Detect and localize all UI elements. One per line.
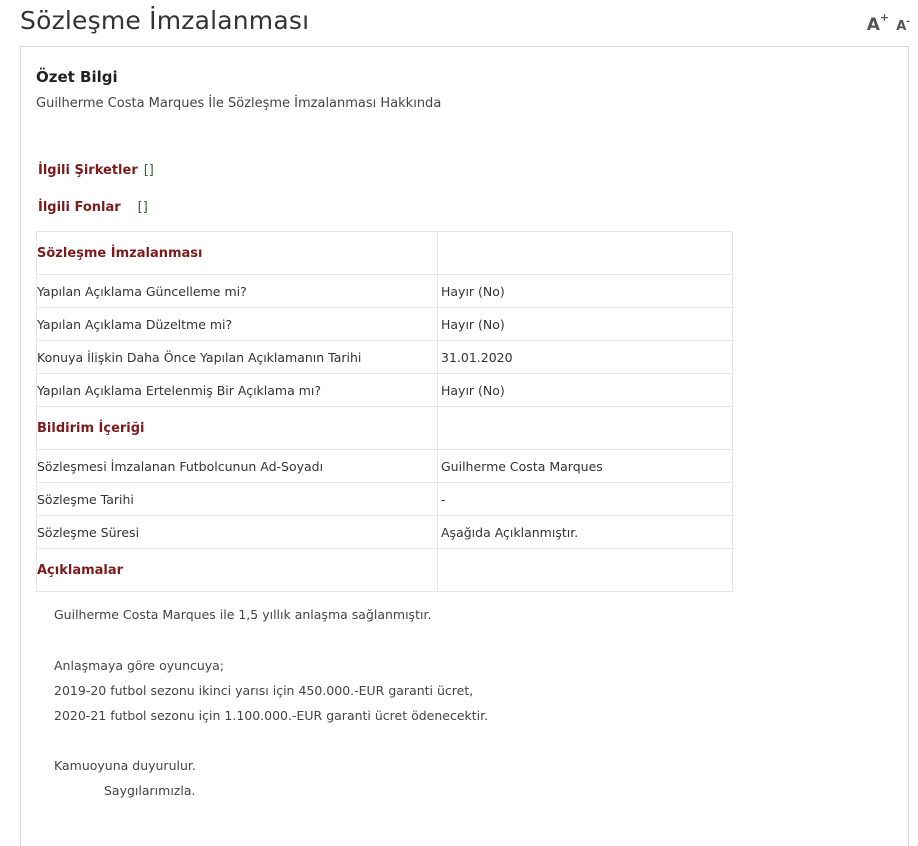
table-cell-empty xyxy=(437,406,733,450)
page-title: Sözleşme İmzalanması xyxy=(20,6,310,35)
table-row: Yapılan Açıklama Düzeltme mi? Hayır (No) xyxy=(36,307,733,341)
row-value: Guilherme Costa Marques xyxy=(437,449,733,483)
related-funds-label: İlgili Fonlar xyxy=(38,200,121,215)
notes-line: 2020-21 futbol sezonu için 1.100.000.-EU… xyxy=(54,708,489,723)
row-value: Aşağıda Açıklanmıştır. xyxy=(437,515,733,549)
table-row: Sözleşmesi İmzalanan Futbolcunun Ad-Soya… xyxy=(36,449,733,483)
summary-heading: Özet Bilgi xyxy=(36,68,118,86)
related-companies: İlgili Şirketler [] xyxy=(38,163,154,178)
row-value: Hayır (No) xyxy=(437,274,733,308)
table-section-row: Bildirim İçeriği xyxy=(36,406,733,450)
notes-line: Guilherme Costa Marques ile 1,5 yıllık a… xyxy=(54,607,432,622)
table-row: Konuya İlişkin Daha Önce Yapılan Açıklam… xyxy=(36,340,733,374)
table-cell-empty xyxy=(437,231,733,275)
related-companies-label: İlgili Şirketler xyxy=(38,163,138,178)
row-label: Yapılan Açıklama Düzeltme mi? xyxy=(36,307,438,341)
table-section-row: Açıklamalar xyxy=(36,548,733,592)
summary-text: Guilherme Costa Marques İle Sözleşme İmz… xyxy=(36,96,442,111)
font-decrease-letter: A xyxy=(896,18,907,34)
row-label: Sözleşme Süresi xyxy=(36,515,438,549)
notes-line: 2019-20 futbol sezonu ikinci yarısı için… xyxy=(54,683,474,698)
section-title-notes: Açıklamalar xyxy=(36,548,438,592)
row-label: Sözleşme Tarihi xyxy=(36,482,438,516)
row-value: Hayır (No) xyxy=(437,373,733,407)
table-row: Yapılan Açıklama Güncelleme mi? Hayır (N… xyxy=(36,274,733,308)
row-label: Yapılan Açıklama Güncelleme mi? xyxy=(36,274,438,308)
row-value: Hayır (No) xyxy=(437,307,733,341)
font-size-controls: A+ A- xyxy=(866,11,910,35)
font-decrease-button[interactable]: A- xyxy=(896,17,910,33)
font-decrease-minus-icon: - xyxy=(906,17,910,28)
table-row: Sözleşme Süresi Aşağıda Açıklanmıştır. xyxy=(36,515,733,549)
disclosure-panel: Özet Bilgi Guilherme Costa Marques İle S… xyxy=(20,46,909,846)
notes-line: Anlaşmaya göre oyuncuya; xyxy=(54,658,225,673)
table-cell-empty xyxy=(437,548,733,592)
notes-line: Kamuoyuna duyurulur. xyxy=(54,758,196,773)
row-label: Yapılan Açıklama Ertelenmiş Bir Açıklama… xyxy=(36,373,438,407)
related-funds-value: [] xyxy=(137,200,148,215)
font-increase-plus-icon: + xyxy=(879,11,890,24)
related-companies-value: [] xyxy=(143,163,154,178)
table-row: Yapılan Açıklama Ertelenmiş Bir Açıklama… xyxy=(36,373,733,407)
disclosure-table: Sözleşme İmzalanması Yapılan Açıklama Gü… xyxy=(36,231,733,592)
section-title-contract: Sözleşme İmzalanması xyxy=(36,231,438,275)
table-row: Sözleşme Tarihi - xyxy=(36,482,733,516)
notes-closing: Saygılarımızla. xyxy=(104,783,196,798)
font-increase-button[interactable]: A+ xyxy=(866,11,890,35)
section-title-content: Bildirim İçeriği xyxy=(36,406,438,450)
row-value: - xyxy=(437,482,733,516)
font-increase-letter: A xyxy=(866,14,880,35)
related-funds: İlgili Fonlar [] xyxy=(38,200,148,215)
table-section-row: Sözleşme İmzalanması xyxy=(36,231,733,275)
row-label: Konuya İlişkin Daha Önce Yapılan Açıklam… xyxy=(36,340,438,374)
row-label: Sözleşmesi İmzalanan Futbolcunun Ad-Soya… xyxy=(36,449,438,483)
row-value: 31.01.2020 xyxy=(437,340,733,374)
